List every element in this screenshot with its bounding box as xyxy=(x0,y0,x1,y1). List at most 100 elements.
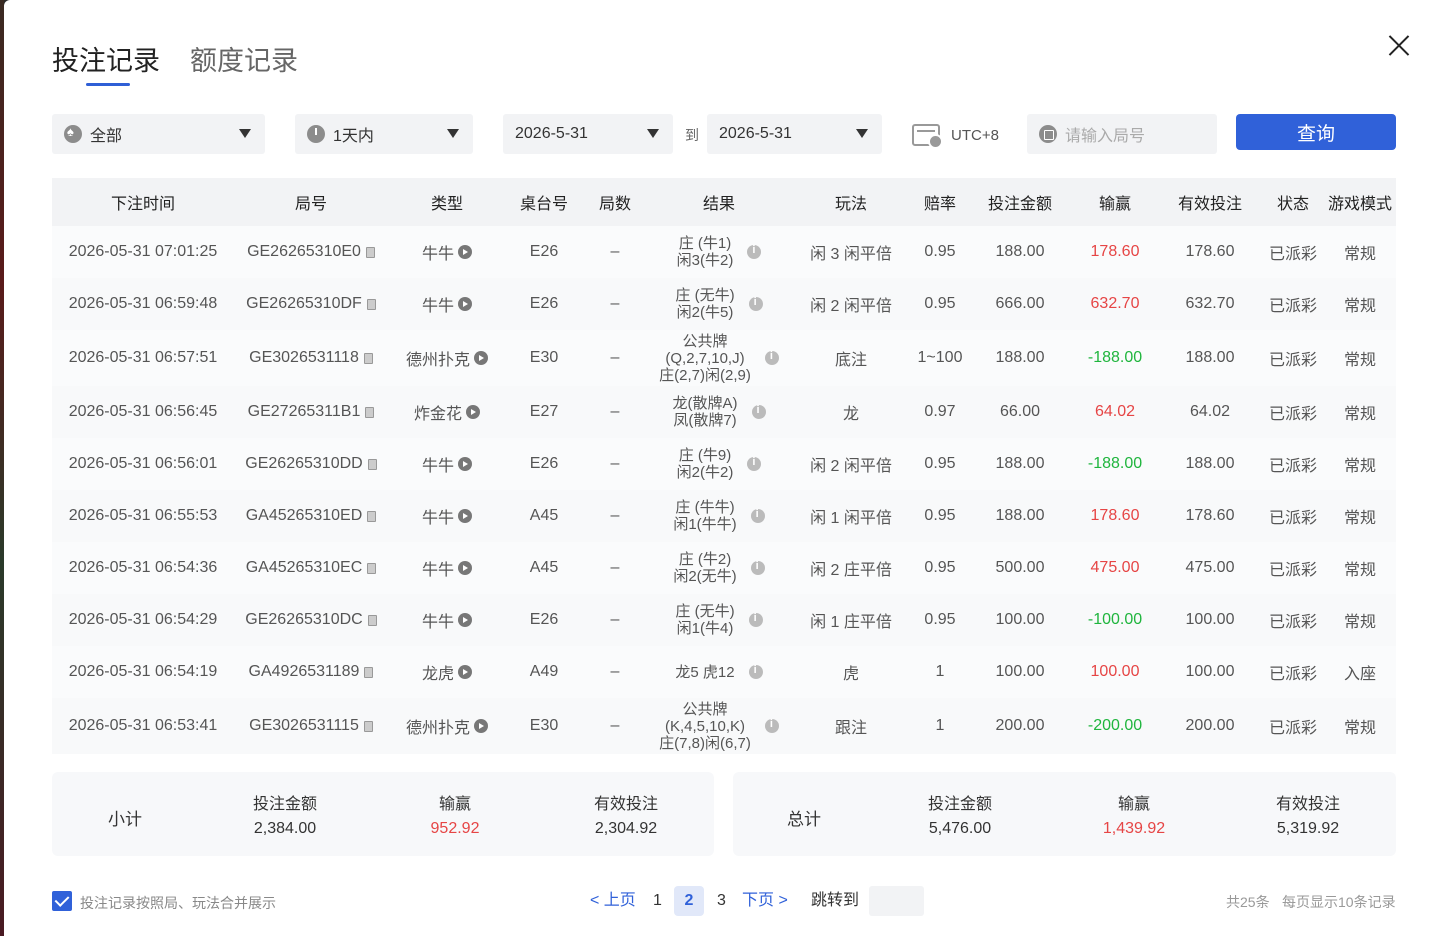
game-mode: 常规 xyxy=(1343,298,1376,315)
copy-icon[interactable] xyxy=(367,458,377,470)
page-2-current[interactable]: 2 xyxy=(674,886,704,916)
copy-icon[interactable] xyxy=(367,614,377,626)
copy-icon[interactable] xyxy=(364,666,374,678)
tab-credit-records[interactable]: 额度记录 xyxy=(190,44,298,78)
next-page-link[interactable]: 下页 > xyxy=(742,886,788,916)
date-to-select[interactable]: 2026-5-31 xyxy=(707,114,882,154)
play-replay-icon[interactable] xyxy=(458,561,472,575)
result-line: 闲2(牛2) xyxy=(676,464,734,481)
query-button[interactable]: 查询 xyxy=(1236,114,1396,150)
play-replay-icon[interactable] xyxy=(458,665,472,679)
result-cell: 公共牌 (K,4,5,10,K) 庄(7,8)闲(6,7) xyxy=(648,701,790,752)
page-3[interactable]: 3 xyxy=(717,886,726,916)
round-cell: GA45265310EC xyxy=(234,559,388,577)
game-type: 炸金花 xyxy=(413,406,462,423)
bet-time: 2026-05-31 06:56:01 xyxy=(68,455,218,472)
info-icon[interactable] xyxy=(747,456,762,471)
table-number: E26 xyxy=(529,611,559,628)
total-amount-label: 投注金额 xyxy=(927,796,992,813)
play-type: 闲 1 闲平倍 xyxy=(810,510,892,527)
result-line: 庄 (牛牛) xyxy=(675,499,735,516)
result-text: 公共牌 (K,4,5,10,K) 庄(7,8)闲(6,7) xyxy=(659,701,751,752)
period-select[interactable]: 1天内 xyxy=(295,114,473,154)
valid-bet: 475.00 xyxy=(1185,559,1235,576)
round-count: – xyxy=(610,663,620,680)
total-count: 共25条 xyxy=(1226,894,1270,910)
play-type: 跟注 xyxy=(834,720,867,737)
copy-icon[interactable] xyxy=(367,562,377,574)
valid-bet: 188.00 xyxy=(1185,349,1235,366)
type-cell: 德州扑克 xyxy=(388,346,506,370)
info-icon[interactable] xyxy=(764,350,779,365)
page-1[interactable]: 1 xyxy=(653,886,662,916)
valid-bet: 178.60 xyxy=(1185,507,1235,524)
game-type-select[interactable]: 全部 xyxy=(52,114,265,154)
subtotal-win-label: 输赢 xyxy=(438,796,471,813)
play-replay-icon[interactable] xyxy=(474,351,488,365)
tab-bet-records[interactable]: 投注记录 xyxy=(52,44,160,86)
subtotal-amount-value: 2,384.00 xyxy=(253,820,317,837)
result-line: 庄 (无牛) xyxy=(675,603,735,620)
game-type: 牛牛 xyxy=(421,614,454,631)
result-line: 闲2(牛5) xyxy=(676,304,734,321)
play-replay-icon[interactable] xyxy=(458,457,472,471)
round-icon xyxy=(1039,125,1057,143)
prev-page-link[interactable]: < 上页 xyxy=(590,886,636,916)
type-cell: 牛牛 xyxy=(388,504,506,528)
date-from-select[interactable]: 2026-5-31 xyxy=(503,114,673,154)
round-number: GE26265310DF xyxy=(246,295,362,312)
copy-icon[interactable] xyxy=(363,720,373,732)
info-icon[interactable] xyxy=(748,664,763,679)
info-icon[interactable] xyxy=(747,244,762,259)
type-cell: 牛牛 xyxy=(388,556,506,580)
column-header: 赔率 xyxy=(923,196,956,213)
play-replay-icon[interactable] xyxy=(458,613,472,627)
round-cell: GA45265310ED xyxy=(234,507,388,525)
info-icon[interactable] xyxy=(764,718,779,733)
play-replay-icon[interactable] xyxy=(458,245,472,259)
result-cell: 庄 (牛牛) 闲1(牛牛) xyxy=(648,499,790,533)
play-replay-icon[interactable] xyxy=(474,719,488,733)
info-icon[interactable] xyxy=(750,560,765,575)
result-cell: 龙(散牌A) 凤(散牌7) xyxy=(648,395,790,429)
table-row: 2026-05-31 07:01:25 GE26265310E0 牛牛 E26 – 庄 (… xyxy=(52,226,1396,278)
result-text: 庄 (牛牛) 闲1(牛牛) xyxy=(673,499,736,533)
result-line: 龙5 虎12 xyxy=(675,663,735,681)
copy-icon[interactable] xyxy=(367,510,377,522)
play-replay-icon[interactable] xyxy=(458,297,472,311)
copy-icon[interactable] xyxy=(363,352,373,364)
play-type: 龙 xyxy=(842,406,859,423)
valid-bet: 64.02 xyxy=(1189,403,1231,420)
win-loss: 632.70 xyxy=(1090,295,1140,312)
bet-amount: 100.00 xyxy=(995,611,1045,628)
close-icon[interactable] xyxy=(1384,30,1414,60)
round-number: GE27265311B1 xyxy=(247,403,361,420)
play-type: 闲 3 闲平倍 xyxy=(810,246,892,263)
result-line: (Q,2,7,10,J) xyxy=(665,349,745,367)
table-row: 2026-05-31 06:56:45 GE27265311B1 炸金花 E27 – 龙(… xyxy=(52,386,1396,438)
play-replay-icon[interactable] xyxy=(458,509,472,523)
info-icon[interactable] xyxy=(751,404,766,419)
copy-icon[interactable] xyxy=(365,406,375,418)
play-replay-icon[interactable] xyxy=(466,405,480,419)
info-icon[interactable] xyxy=(750,508,765,523)
calendar-timezone-icon[interactable] xyxy=(912,124,943,149)
play-type: 虎 xyxy=(842,666,859,683)
jump-page-input[interactable] xyxy=(869,886,924,916)
info-icon[interactable] xyxy=(748,296,763,311)
copy-icon[interactable] xyxy=(365,246,375,258)
table-number: A45 xyxy=(529,507,559,524)
result-text: 庄 (无牛) 闲2(牛5) xyxy=(675,287,734,321)
caret-down-icon xyxy=(856,129,868,138)
subtotal-panel: 小计 投注金额 2,384.00 输赢 952.92 有效投注 2,304.92 xyxy=(52,772,714,856)
total-win-value: 1,439.92 xyxy=(1102,820,1166,837)
result-text: 庄 (牛2) 闲2(无牛) xyxy=(673,551,736,585)
round-number-input[interactable]: 请输入局号 xyxy=(1027,114,1217,154)
merge-display-checkbox[interactable] xyxy=(52,891,72,911)
info-icon[interactable] xyxy=(748,612,763,627)
round-number: GA4926531189 xyxy=(248,663,360,680)
copy-icon[interactable] xyxy=(366,298,376,310)
game-mode: 常规 xyxy=(1343,720,1376,737)
bet-record-table: 下注时间 局号 类型 桌台号 局数 结果 玩法 赔率 投注金额 输赢 有效投注 状态 游戏模式 2026… xyxy=(52,178,1396,754)
total-win-label: 输赢 xyxy=(1117,796,1150,813)
